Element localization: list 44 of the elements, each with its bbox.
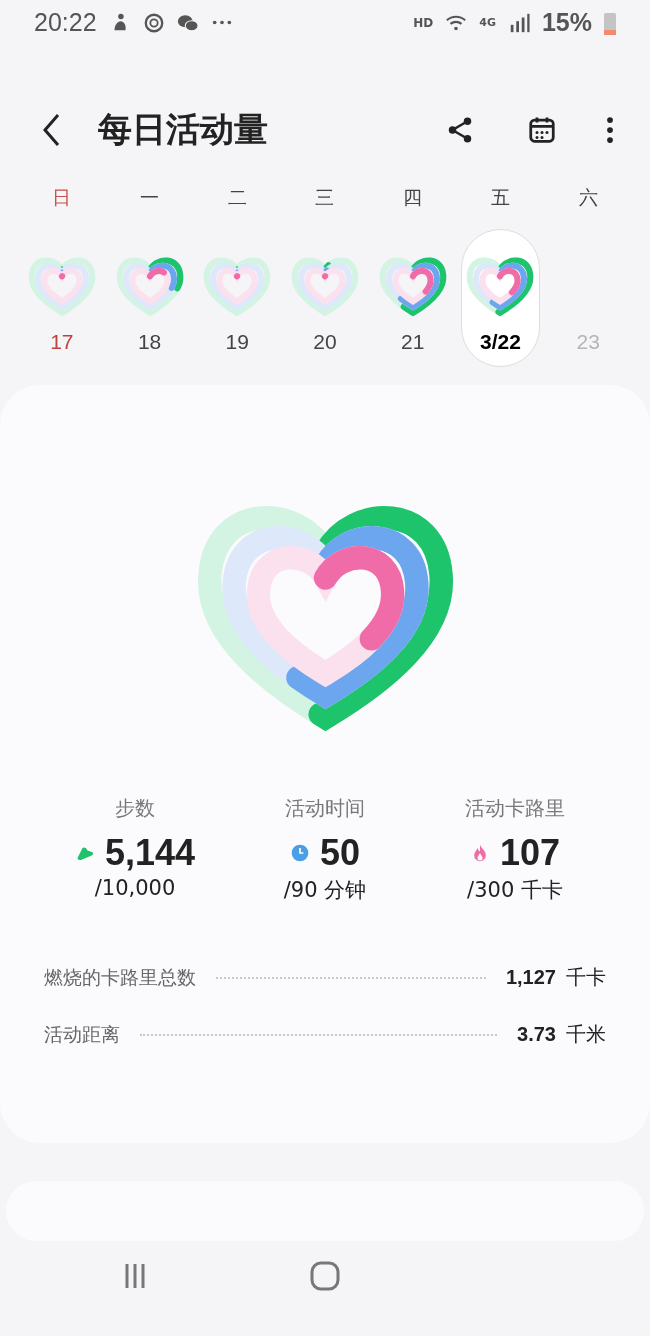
day-date: 3/22: [480, 330, 521, 354]
network-label: 4G: [479, 16, 496, 29]
day-date: 23: [576, 330, 600, 354]
day-date: 18: [137, 330, 162, 354]
day-date: 20: [313, 330, 337, 354]
stat-goal: /90 分钟: [283, 877, 367, 904]
stat-label: 步数: [115, 795, 155, 822]
day-date: 17: [50, 330, 74, 354]
battery-percent: 15%: [541, 8, 592, 37]
weekday-label: 二: [226, 185, 248, 210]
day-item[interactable]: 20: [285, 229, 365, 367]
stat-value: 50: [319, 832, 360, 874]
stat-label: 活动时间: [285, 795, 365, 822]
home-icon[interactable]: [309, 1260, 341, 1292]
detail-unit: 千米: [566, 1021, 606, 1048]
weekday-label: 六: [577, 185, 599, 210]
detail-value: 1,127: [505, 966, 556, 989]
stat-value: 5,144: [104, 832, 196, 874]
weekday-label: 日: [51, 185, 73, 210]
day-date: 19: [225, 330, 249, 354]
weekday-label: 三: [314, 185, 336, 210]
weekday-label: 一: [139, 185, 161, 210]
detail-label: 活动距离: [44, 1021, 120, 1047]
detail-unit: 千卡: [566, 964, 606, 991]
day-item[interactable]: 21: [372, 229, 453, 367]
stat-goal: /300 千卡: [467, 877, 563, 904]
detail-label: 燃烧的卡路里总数: [44, 964, 196, 990]
stat-goal: /10,000: [94, 876, 176, 900]
hd-label: HD: [413, 15, 434, 30]
day-date: 21: [401, 330, 425, 354]
day-item[interactable]: 17: [22, 229, 102, 367]
day-item[interactable]: 19: [197, 229, 278, 367]
weekday-label: 四: [402, 185, 424, 210]
weekday-label: 五: [489, 185, 511, 210]
clock-icon: [289, 843, 310, 863]
battery-icon: [604, 10, 616, 35]
page-title: 每日活动量: [98, 108, 269, 151]
day-item[interactable]: 3/22: [460, 229, 541, 367]
day-item[interactable]: 18: [109, 229, 190, 367]
clock-time: 20:22: [34, 8, 97, 37]
stat-label: 活动卡路里: [465, 795, 565, 822]
detail-value: 3.73: [517, 1023, 556, 1046]
stat-value: 107: [499, 832, 561, 874]
more-icon: [210, 20, 233, 25]
